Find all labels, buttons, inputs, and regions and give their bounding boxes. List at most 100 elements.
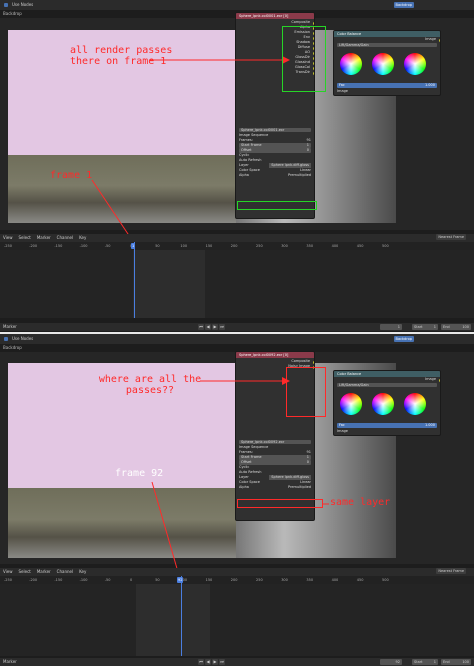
menu-view[interactable]: View — [3, 568, 13, 576]
gamma-wheel[interactable] — [372, 393, 394, 415]
frame-range — [136, 584, 210, 656]
play-button[interactable]: ▶ — [212, 324, 218, 330]
offset-field[interactable]: Offset 0 — [239, 148, 311, 153]
menu-view[interactable]: View — [3, 234, 13, 242]
alpha-row[interactable]: Alpha Premultiplied — [236, 173, 314, 178]
ruler-tick-label: -100 — [79, 244, 88, 248]
color-balance-mode[interactable]: Lift/Gamma/Gain — [337, 42, 437, 47]
menu-key[interactable]: Key — [79, 568, 86, 576]
jump-end-button[interactable]: ⏭ — [219, 659, 225, 665]
alpha-row[interactable]: Alpha Premultiplied — [236, 485, 314, 490]
ruler-tick-label: 50 — [155, 578, 160, 582]
ruler-tick-label: 450 — [356, 244, 364, 248]
ruler-tick-label: -200 — [29, 578, 38, 582]
annotation-arrow-layer — [323, 503, 329, 505]
ruler-tick-label: -250 — [4, 244, 12, 248]
layer-highlight-box — [237, 499, 323, 508]
lift-wheel[interactable] — [340, 393, 362, 415]
frame-field[interactable]: 92 — [380, 659, 402, 665]
gain-wheel[interactable] — [404, 53, 426, 75]
current-frame-badge[interactable]: 92 — [177, 577, 184, 583]
color-balance-output[interactable]: Image — [334, 37, 440, 42]
color-balance-output[interactable]: Image — [334, 377, 440, 382]
play-reverse-button[interactable]: ◀ — [205, 659, 211, 665]
fac-field[interactable]: Fac 1.000 — [337, 423, 437, 428]
ruler-tick-label: 400 — [331, 244, 339, 248]
annotation-frame: frame 1 — [50, 170, 93, 181]
backdrop-button[interactable]: Backdrop — [393, 2, 414, 8]
ruler-tick-label: 300 — [281, 244, 288, 248]
ruler-tick-label: 350 — [306, 578, 314, 582]
fac-field[interactable]: Fac 1.000 — [337, 83, 437, 88]
use-nodes-label: Use Nodes — [12, 2, 34, 7]
snap-dropdown[interactable]: Nearest Frame — [436, 234, 466, 240]
jump-end-button[interactable]: ⏭ — [219, 324, 225, 330]
footer-marker[interactable]: Marker — [3, 659, 17, 664]
offset-value: 0 — [306, 148, 309, 152]
current-frame-badge[interactable]: 1 — [131, 243, 136, 249]
start-field[interactable]: Start 1 — [412, 324, 438, 330]
menu-select[interactable]: Select — [19, 568, 31, 576]
start-frame-field[interactable]: Start Frame 1 — [239, 143, 311, 148]
color-balance-node[interactable]: Color Balance Image Lift/Gamma/Gain Fac 1… — [333, 30, 441, 96]
start-label: Start — [414, 660, 423, 664]
snap-dropdown[interactable]: Nearest Frame — [436, 568, 466, 574]
ruler-tick-label: 250 — [256, 578, 263, 582]
end-field[interactable]: End 100 — [441, 659, 471, 665]
layer-highlight-box — [237, 201, 317, 210]
top-panel: Use Nodes Backdrop Backdrop Sphere_lpnk.… — [0, 0, 474, 333]
color-balance-mode[interactable]: Lift/Gamma/Gain — [337, 382, 437, 387]
backdrop-button[interactable]: Backdrop — [393, 336, 414, 342]
offset-value: 0 — [306, 460, 309, 464]
frames-value: 91 — [306, 449, 311, 454]
offset-field[interactable]: Offset 0 — [239, 460, 311, 465]
ruler-tick-label: 0 — [130, 578, 133, 582]
frame-field[interactable]: 1 — [380, 324, 402, 330]
start-frame-value: 1 — [306, 143, 309, 147]
color-balance-input[interactable]: Image — [334, 89, 351, 94]
gamma-wheel[interactable] — [372, 53, 394, 75]
play-button[interactable]: ▶ — [212, 659, 218, 665]
footer-marker[interactable]: Marker — [3, 324, 17, 329]
jump-start-button[interactable]: ⏮ — [198, 324, 204, 330]
timeline-body[interactable] — [0, 584, 474, 656]
jump-start-button[interactable]: ⏮ — [198, 659, 204, 665]
lift-wheel[interactable] — [340, 53, 362, 75]
image-file-field[interactable]: Sphere_lpnk.col0001.exr — [239, 127, 311, 132]
frames-value: 91 — [306, 137, 311, 142]
alpha-value: Premultiplied — [287, 173, 311, 177]
menu-select[interactable]: Select — [19, 234, 31, 242]
menu-marker[interactable]: Marker — [37, 234, 51, 242]
annotation-arrow-frame — [151, 481, 182, 579]
menu-marker[interactable]: Marker — [37, 568, 51, 576]
use-nodes-checkbox[interactable] — [4, 337, 8, 341]
fac-label: Fac — [339, 423, 345, 427]
play-reverse-button[interactable]: ◀ — [205, 324, 211, 330]
start-field[interactable]: Start 1 — [412, 659, 438, 665]
start-value: 1 — [433, 325, 436, 329]
alpha-label: Alpha — [239, 173, 249, 177]
ruler-tick-label: 500 — [382, 578, 389, 582]
annotation-frame: frame 92 — [115, 468, 164, 479]
start-frame-value: 1 — [306, 455, 309, 459]
image-file-field[interactable]: Sphere_lpnk.col0092.exr — [239, 439, 311, 444]
compositor-header: Use Nodes Backdrop — [0, 0, 474, 10]
offset-label: Offset — [241, 148, 252, 152]
start-frame-label: Start Frame — [241, 143, 262, 147]
timeline-ruler: -250-200-150-100-50050100150200250300350… — [0, 576, 474, 584]
menu-channel[interactable]: Channel — [57, 234, 73, 242]
start-frame-field[interactable]: Start Frame 1 — [239, 455, 311, 460]
fac-value: 1.000 — [424, 423, 435, 427]
color-balance-input[interactable]: Image — [334, 429, 351, 434]
timeline-body[interactable] — [0, 250, 474, 318]
color-balance-node[interactable]: Color Balance Image Lift/Gamma/Gain Fac 1… — [333, 370, 441, 436]
end-field[interactable]: End 100 — [441, 324, 471, 330]
offset-label: Offset — [241, 460, 252, 464]
playhead — [181, 576, 182, 656]
fac-label: Fac — [339, 83, 345, 87]
menu-key[interactable]: Key — [79, 234, 86, 242]
gain-wheel[interactable] — [404, 393, 426, 415]
ruler-tick-label: 50 — [155, 244, 160, 248]
use-nodes-checkbox[interactable] — [4, 3, 8, 7]
menu-channel[interactable]: Channel — [57, 568, 73, 576]
